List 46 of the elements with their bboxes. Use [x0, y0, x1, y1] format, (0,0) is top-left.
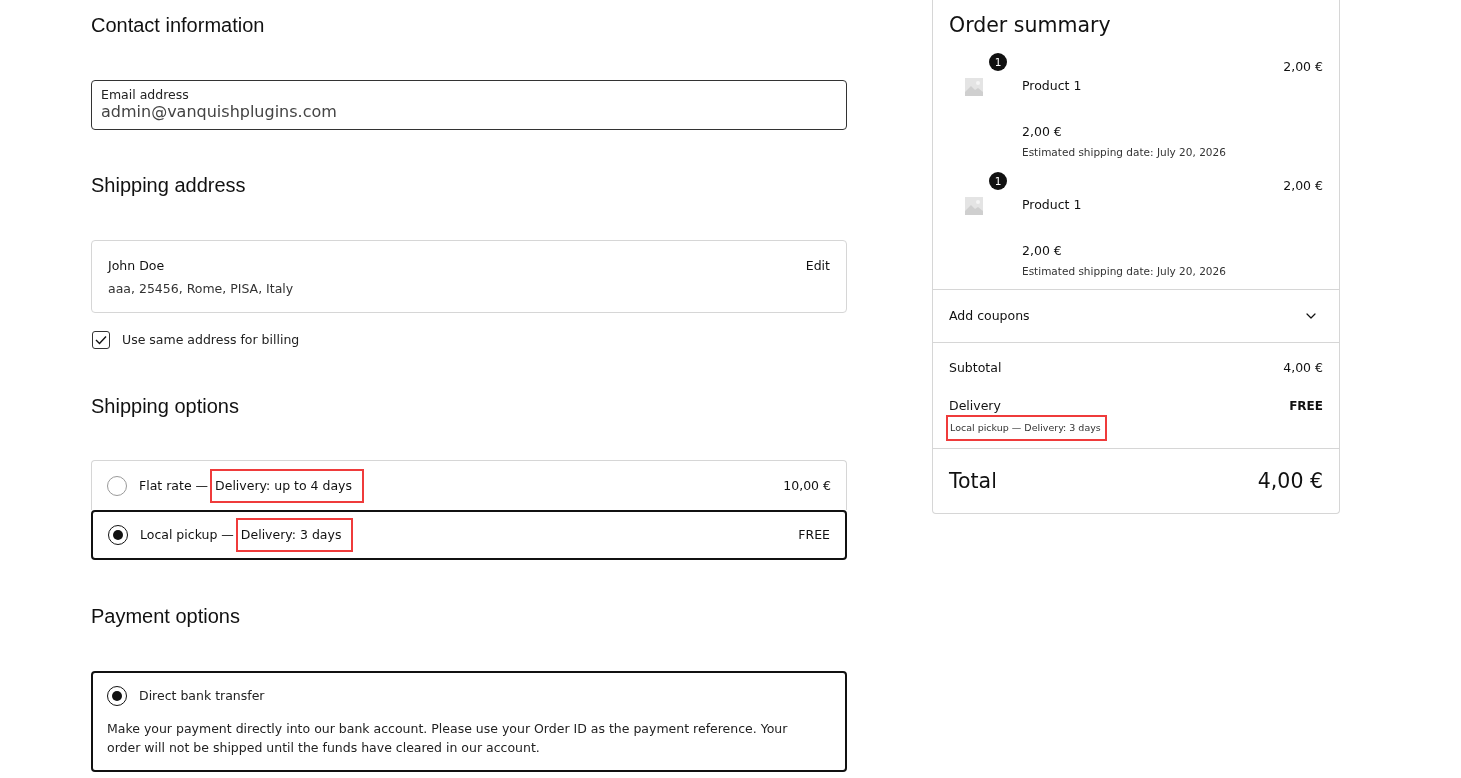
option-name: Flat rate — — [139, 476, 209, 495]
option-name: Local pickup — — [140, 526, 234, 544]
product-name: Product 1 — [1022, 77, 1082, 95]
coupons-label: Add coupons — [949, 307, 1031, 325]
section-heading: Shipping options — [91, 394, 240, 419]
checkbox[interactable] — [92, 331, 110, 349]
shipping-date: Estimated shipping date: July 20, 2026 — [1022, 145, 1226, 160]
quantity-badge: 1 — [989, 172, 1007, 190]
option-price: 10,00 € — [783, 476, 831, 495]
subtotal-label: Subtotal — [949, 359, 1003, 377]
product-name: Product 1 — [1022, 196, 1082, 214]
address-name: John Doe — [108, 257, 166, 275]
section-heading: Payment options — [91, 604, 241, 629]
check-icon — [95, 335, 107, 345]
unit-price: 2,00 € — [1022, 242, 1062, 260]
unit-price: 2,00 € — [1022, 123, 1062, 141]
add-coupons-toggle[interactable]: Add coupons — [933, 290, 1339, 342]
item-price: 2,00 € — [1283, 58, 1323, 76]
field-label: Email address — [101, 88, 190, 102]
total-value: 4,00 € — [1257, 468, 1323, 495]
checkbox-label: Use same address for billing — [122, 331, 300, 349]
delivery-time-text: Delivery: 3 days — [235, 518, 354, 552]
delivery-time-text: Delivery: up to 4 days — [210, 468, 364, 503]
payment-method-name: Direct bank transfer — [139, 687, 265, 705]
delivery-value: FREE — [1289, 398, 1323, 415]
delivery-method-text: Local pickup — Delivery: 3 days — [946, 415, 1107, 441]
image-placeholder-icon — [965, 197, 983, 215]
section-heading: Shipping address — [91, 173, 247, 198]
edit-link[interactable]: Edit — [805, 257, 830, 275]
option-price: FREE — [798, 526, 830, 544]
shipping-date: Estimated shipping date: July 20, 2026 — [1022, 264, 1226, 279]
payment-option[interactable]: Direct bank transfer Make your payment directly into our bank account. Please use your Order ID as the payment reference. Your order will not be shipped until the funds have cleared in our account. — [91, 671, 847, 772]
image-placeholder-icon — [965, 78, 983, 96]
field-value: admin@vanquishplugins.com — [101, 102, 338, 122]
item-price: 2,00 € — [1283, 177, 1323, 195]
subtotal-value: 4,00 € — [1283, 359, 1323, 377]
shipping-option[interactable]: Flat rate — Delivery: up to 4 days 10,00 € — [91, 460, 847, 510]
total-label: Total — [949, 468, 998, 495]
shipping-option[interactable]: Local pickup — Delivery: 3 days FREE — [91, 510, 847, 560]
address-text: aaa, 25456, Rome, PISA, Italy — [108, 280, 295, 298]
quantity-badge: 1 — [989, 53, 1007, 71]
email-field[interactable]: Email address admin@vanquishplugins.com — [91, 80, 847, 130]
section-heading: Contact information — [91, 13, 266, 38]
payment-description: Make your payment directly into our bank account. Please use your Order ID as the payment reference. Your order will not be shipped until the funds have cleared in our account. — [107, 720, 789, 757]
delivery-label: Delivery — [949, 397, 1002, 415]
panel-title: Order summary — [949, 12, 1112, 39]
